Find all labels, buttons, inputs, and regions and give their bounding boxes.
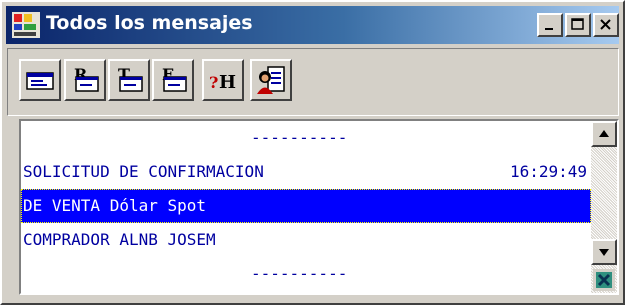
user-document-icon bbox=[257, 66, 285, 94]
maximize-button[interactable] bbox=[565, 13, 591, 37]
list-item-selected[interactable]: DE VENTA Dólar Spot bbox=[21, 189, 591, 223]
message-window: Todos los mensajes R T E ? H ---------- … bbox=[0, 0, 625, 305]
list-item[interactable]: COMPRADOR ALNB JOSEM bbox=[21, 223, 591, 257]
close-button[interactable] bbox=[593, 13, 619, 37]
minimize-icon bbox=[545, 28, 553, 30]
svg-text:?: ? bbox=[209, 73, 218, 92]
message-icon bbox=[26, 72, 54, 90]
t-message-icon: T bbox=[118, 65, 143, 92]
maximize-icon bbox=[571, 18, 584, 30]
help-icon: ? H bbox=[209, 72, 236, 93]
message-button[interactable] bbox=[19, 59, 61, 101]
title-bar[interactable]: Todos los mensajes bbox=[6, 6, 619, 44]
minimize-button[interactable] bbox=[537, 13, 563, 37]
scroll-up-icon bbox=[599, 130, 609, 137]
scroll-up-button[interactable] bbox=[591, 121, 617, 147]
t-message-button[interactable]: T bbox=[108, 59, 150, 101]
close-x-icon[interactable] bbox=[593, 269, 615, 291]
list-item[interactable]: ---------- bbox=[21, 257, 591, 291]
separator-line: ---------- bbox=[251, 264, 348, 283]
help-button[interactable]: ? H bbox=[202, 59, 244, 101]
message-time: 16:29:49 bbox=[509, 162, 587, 181]
app-icon bbox=[12, 12, 40, 38]
r-message-button[interactable]: R bbox=[64, 59, 106, 101]
message-panel: ---------- SOLICITUD DE CONFIRMACION 16:… bbox=[19, 119, 619, 295]
svg-text:H: H bbox=[219, 72, 236, 93]
list-item[interactable]: SOLICITUD DE CONFIRMACION 16:29:49 bbox=[21, 155, 591, 189]
e-message-icon: E bbox=[162, 65, 187, 92]
window-title: Todos los mensajes bbox=[46, 12, 253, 34]
toolbar: R T E ? H bbox=[7, 48, 619, 116]
scroll-down-button[interactable] bbox=[591, 239, 617, 265]
message-text: DE VENTA Dólar Spot bbox=[23, 196, 207, 215]
e-message-button[interactable]: E bbox=[152, 59, 194, 101]
r-message-icon: R bbox=[74, 65, 99, 92]
message-text: COMPRADOR ALNB JOSEM bbox=[23, 230, 216, 249]
message-text: SOLICITUD DE CONFIRMACION bbox=[23, 162, 264, 181]
separator-line: ---------- bbox=[251, 128, 348, 147]
list-item[interactable]: ---------- bbox=[21, 121, 591, 155]
user-document-button[interactable] bbox=[250, 59, 292, 101]
vertical-scrollbar[interactable] bbox=[591, 121, 617, 293]
close-icon bbox=[600, 19, 611, 30]
scroll-down-icon bbox=[599, 249, 609, 256]
message-list[interactable]: ---------- SOLICITUD DE CONFIRMACION 16:… bbox=[21, 121, 591, 293]
